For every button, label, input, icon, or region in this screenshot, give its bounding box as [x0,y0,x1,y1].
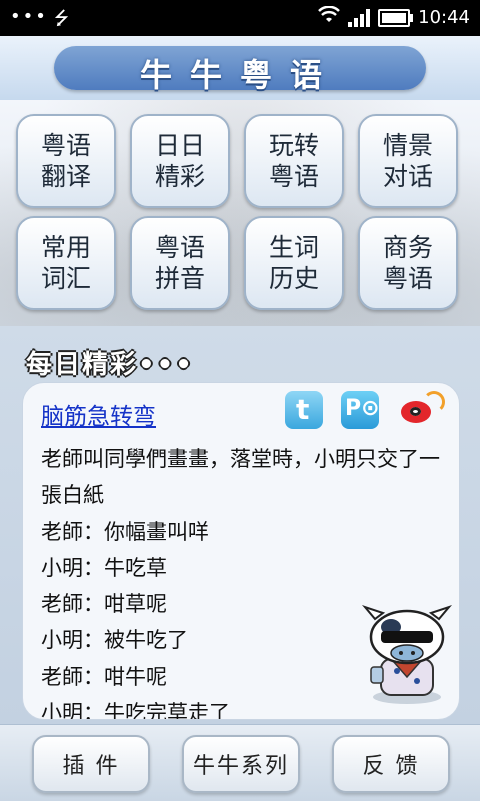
menu-button-dialogue[interactable]: 情景 对话 [358,114,458,208]
usb-icon: ⭍ [54,8,69,29]
article-line: 小明：牛吃草 [41,555,167,580]
app-title: 牛牛粤语 [139,56,340,94]
status-icons: 10:44 [318,5,470,29]
wifi-icon [318,5,341,29]
menu-button-vocabulary[interactable]: 常用 词汇 [16,216,116,310]
status-bar: ••• ⭍ 10:44 [0,0,480,36]
app-header: 牛牛粤语 [0,36,480,102]
clock: 10:44 [418,7,470,28]
notification-dots: ••• [10,6,48,27]
daily-section: 每日精彩••• 脑筋急转弯 t P⊙ 老師叫同學們畫畫，落堂時，小明只交了一張白… [0,326,480,724]
cow-mascot-image [361,604,453,704]
menu-button-translate[interactable]: 粤语 翻译 [16,114,116,208]
twitter-icon[interactable]: t [285,391,323,429]
battery-icon [378,8,414,27]
series-button[interactable]: 牛牛系列 [182,735,300,793]
menu-button-daily[interactable]: 日日 精彩 [130,114,230,208]
menu-grid: 粤语 翻译 日日 精彩 玩转 粤语 情景 对话 常用 词汇 粤语 拼音 生词 历… [0,100,480,326]
weibo-icon[interactable] [395,391,445,429]
article-card: 脑筋急转弯 t P⊙ 老師叫同學們畫畫，落堂時，小明只交了一張白紙 老師：你幅畫… [22,382,460,720]
plugin-button[interactable]: 插 件 [32,735,150,793]
menu-button-business[interactable]: 商务 粤语 [358,216,458,310]
menu-button-pinyin[interactable]: 粤语 拼音 [130,216,230,310]
signal-icon [348,8,371,27]
menu-button-history[interactable]: 生词 历史 [244,216,344,310]
menu-button-play[interactable]: 玩转 粤语 [244,114,344,208]
article-line: 老師叫同學們畫畫，落堂時，小明只交了一張白紙 [41,447,440,508]
article-line: 老師：你幅畫叫咩 [41,519,209,544]
pp-icon[interactable]: P⊙ [341,391,380,429]
title-band: 牛牛粤语 [54,46,426,94]
daily-heading: 每日精彩••• [26,350,194,380]
bottom-bar: 插 件 牛牛系列 反 馈 [0,724,480,801]
feedback-button[interactable]: 反 馈 [332,735,450,793]
article-title-link[interactable]: 脑筋急转弯 [41,397,156,431]
